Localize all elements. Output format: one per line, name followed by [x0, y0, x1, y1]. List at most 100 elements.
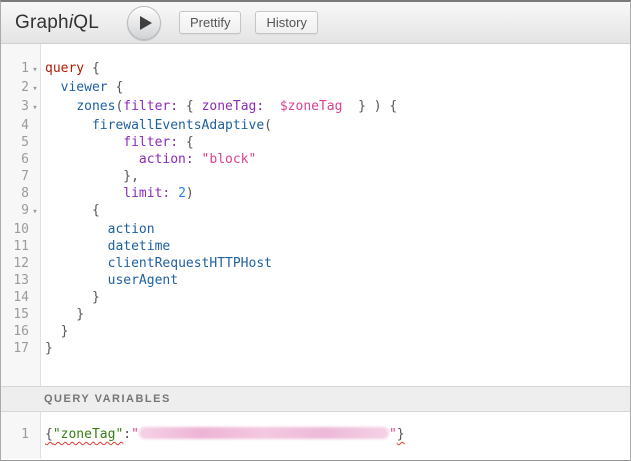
code-line[interactable]: 10 action: [1, 221, 630, 238]
code-text: action: "block": [41, 152, 256, 167]
line-number: 17: [1, 340, 29, 357]
line-number: 15: [1, 306, 29, 323]
token: }: [45, 324, 68, 339]
line-number: 3: [1, 98, 29, 115]
token: action: [108, 222, 155, 237]
execute-button[interactable]: [127, 6, 161, 40]
token: [45, 118, 92, 133]
fold-arrow-icon[interactable]: ▾: [29, 81, 41, 98]
token: [170, 186, 178, 201]
token: clientRequestHTTPHost: [108, 256, 272, 271]
code-text: limit: 2): [41, 186, 194, 201]
code-line[interactable]: 17}: [1, 340, 630, 357]
token: query: [45, 61, 84, 76]
token: ": [389, 427, 397, 442]
token: ): [186, 186, 194, 201]
code-line[interactable]: 5 filter: {: [1, 134, 630, 151]
token: zoneTag:: [202, 99, 265, 114]
code-line[interactable]: 14 }: [1, 289, 630, 306]
code-text: viewer {: [41, 80, 123, 95]
play-icon: [140, 16, 152, 30]
token: [45, 186, 123, 201]
token: (: [264, 118, 272, 133]
app-title: GraphiQL: [15, 12, 99, 34]
line-number: 1: [1, 426, 29, 443]
token: firewallEventsAdaptive: [92, 118, 264, 133]
code-text: firewallEventsAdaptive(: [41, 118, 272, 133]
code-line[interactable]: 4 firewallEventsAdaptive(: [1, 117, 630, 134]
token: [45, 99, 76, 114]
code-text: }: [41, 307, 84, 322]
token: [264, 99, 280, 114]
code-line[interactable]: 8 limit: 2): [1, 185, 630, 202]
code-line[interactable]: 6 action: "block": [1, 151, 630, 168]
token: [45, 152, 139, 167]
app-title-ql: QL: [73, 12, 99, 33]
token: }: [45, 290, 100, 305]
code-line[interactable]: 11 datetime: [1, 238, 630, 255]
line-number: 14: [1, 289, 29, 306]
code-text: filter: {: [41, 135, 194, 150]
code-line[interactable]: 2▾ viewer {: [1, 79, 630, 98]
line-number: 12: [1, 255, 29, 272]
code-line[interactable]: 12 clientRequestHTTPHost: [1, 255, 630, 272]
token: userAgent: [108, 273, 178, 288]
token: [194, 152, 202, 167]
line-number: 7: [1, 168, 29, 185]
fold-arrow-icon[interactable]: ▾: [29, 204, 41, 221]
code-text: clientRequestHTTPHost: [41, 256, 272, 271]
token: [45, 222, 108, 237]
token: zones: [76, 99, 115, 114]
code-line[interactable]: 13 userAgent: [1, 272, 630, 289]
token: filter:: [123, 99, 178, 114]
code-text: },: [41, 169, 139, 184]
code-line[interactable]: 9▾ {: [1, 202, 630, 221]
query-variables-header[interactable]: QUERY VARIABLES: [1, 386, 630, 412]
token: datetime: [108, 239, 171, 254]
line-number: 6: [1, 151, 29, 168]
graphiql-window: GraphiQL Prettify History 1▾query {2▾ vi…: [0, 0, 631, 461]
token: } ) {: [342, 99, 397, 114]
code-text: }: [41, 324, 68, 339]
code-line[interactable]: 7 },: [1, 168, 630, 185]
line-number: 10: [1, 221, 29, 238]
token: "zoneTag": [53, 427, 123, 442]
code-text: {"zoneTag":""}: [41, 427, 405, 442]
code-line[interactable]: 1{"zoneTag":""}: [1, 426, 630, 443]
code-line[interactable]: 16 }: [1, 323, 630, 340]
variables-code: 1{"zoneTag":""}: [1, 426, 630, 443]
history-button[interactable]: History: [255, 11, 317, 34]
code-text: }: [41, 341, 53, 356]
token: {: [178, 135, 194, 150]
code-line[interactable]: 1▾query {: [1, 60, 630, 79]
line-number: 1: [1, 60, 29, 77]
toolbar: GraphiQL Prettify History: [1, 2, 630, 44]
query-editor[interactable]: 1▾query {2▾ viewer {3▾ zones(filter: { z…: [1, 44, 630, 386]
token: ": [131, 427, 139, 442]
fold-arrow-icon[interactable]: ▾: [29, 100, 41, 117]
token: $zoneTag: [280, 99, 343, 114]
token: limit:: [123, 186, 170, 201]
query-code: 1▾query {2▾ viewer {3▾ zones(filter: { z…: [1, 60, 630, 357]
token: }: [45, 307, 84, 322]
fold-arrow-icon[interactable]: ▾: [29, 62, 41, 79]
code-line[interactable]: 15 }: [1, 306, 630, 323]
code-text: datetime: [41, 239, 170, 254]
token: },: [45, 169, 139, 184]
redacted-value: [139, 427, 389, 439]
code-text: {: [41, 203, 100, 218]
token: [45, 273, 108, 288]
line-number: 11: [1, 238, 29, 255]
code-text: query {: [41, 61, 100, 76]
token: [45, 256, 108, 271]
code-line[interactable]: 3▾ zones(filter: { zoneTag: $zoneTag } )…: [1, 98, 630, 117]
token: [45, 80, 61, 95]
line-number: 4: [1, 117, 29, 134]
token: :: [123, 427, 131, 442]
prettify-button[interactable]: Prettify: [179, 11, 241, 34]
token: filter:: [123, 135, 178, 150]
token: action:: [139, 152, 194, 167]
token: {: [84, 61, 100, 76]
variables-editor[interactable]: 1{"zoneTag":""}: [1, 412, 630, 459]
query-variables-title: QUERY VARIABLES: [1, 393, 171, 405]
